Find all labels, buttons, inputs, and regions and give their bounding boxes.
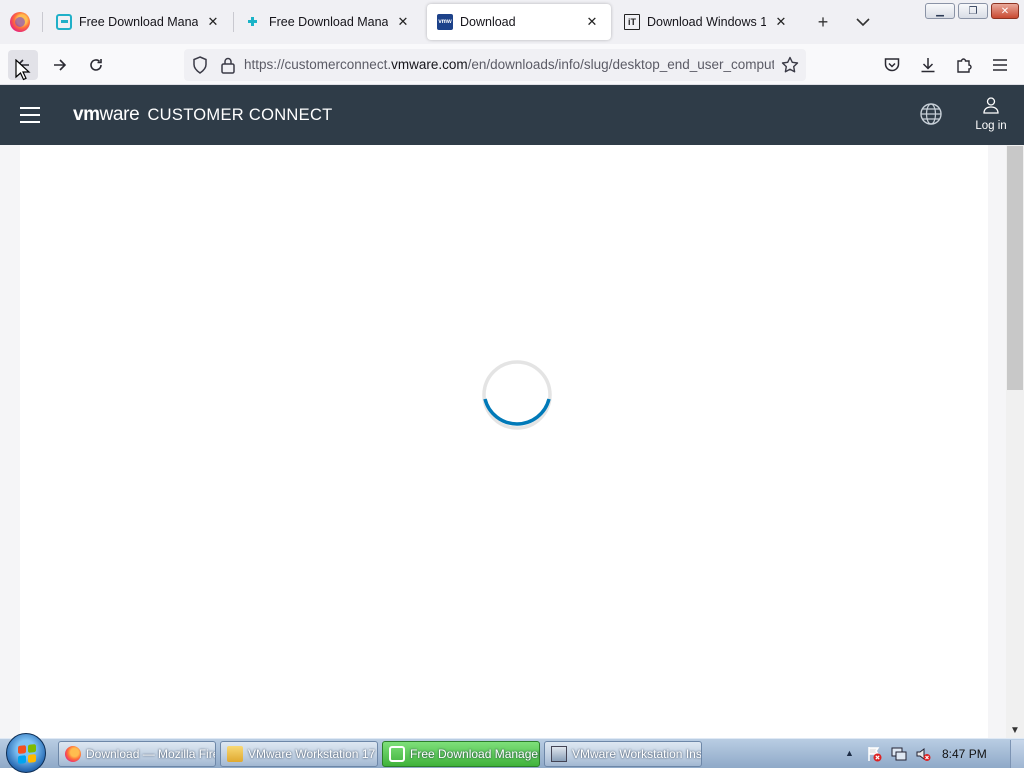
taskbar-item-vmware-folder[interactable]: VMware Workstation 17 Pro (220, 741, 378, 767)
forward-arrow-icon (54, 59, 67, 71)
user-icon (983, 97, 999, 114)
action-center-flag-icon[interactable] (866, 746, 882, 762)
taskbar-item-firefox[interactable]: Download — Mozilla Firefox (58, 741, 216, 767)
taskbar-item-vmware-installer[interactable]: VMware Workstation Installer (544, 741, 702, 767)
close-window-button[interactable]: ✕ (991, 3, 1019, 19)
address-bar[interactable]: https://customerconnect.vmware.com/en/do… (184, 49, 806, 81)
folder-icon (227, 746, 243, 762)
show-desktop-button[interactable] (1010, 740, 1024, 768)
tab-download[interactable]: vmw Download ✕ (427, 4, 611, 40)
globe-language-icon[interactable] (919, 102, 943, 126)
close-icon[interactable]: ✕ (583, 13, 601, 31)
close-icon[interactable]: ✕ (204, 13, 222, 31)
scrollbar-thumb[interactable] (1007, 146, 1023, 390)
fdm-icon (56, 14, 72, 30)
tab-download-windows-11[interactable]: iT Download Windows 11 ISO ✕ (614, 4, 800, 40)
tab-free-download-manager-1[interactable]: Free Download Manager ✕ (46, 4, 232, 40)
loading-spinner (482, 360, 552, 430)
new-tab-icon[interactable]: + (813, 12, 833, 32)
downloads-icon[interactable] (917, 54, 939, 76)
restore-window-button[interactable]: ❐ (958, 3, 988, 19)
brand-ware: ware (99, 104, 140, 125)
tab-separator (233, 12, 234, 32)
lock-icon[interactable] (218, 55, 238, 75)
tab-separator (42, 12, 43, 32)
site-header: vm ware CUSTOMER CONNECT (0, 85, 1024, 145)
taskbar-item-label: Download — Mozilla Firefox (86, 747, 215, 761)
firefox-icon[interactable] (10, 12, 30, 32)
site-menu-icon[interactable] (20, 107, 40, 123)
taskbar-item-label: Free Download Manager (410, 747, 540, 761)
brand-product: CUSTOMER CONNECT (147, 106, 333, 124)
vmware-icon: vmw (437, 14, 453, 30)
windows-taskbar: Download — Mozilla Firefox VMware Workst… (0, 733, 1024, 773)
fdm-puzzle-icon (246, 14, 262, 30)
url-path: /en/downloads/info/slug/desktop_end_user… (467, 57, 774, 72)
list-all-tabs-icon[interactable] (853, 12, 873, 32)
start-button[interactable] (6, 733, 46, 773)
tab-free-download-manager-2[interactable]: Free Download Manager ✕ (236, 4, 422, 40)
windows-logo-icon (18, 744, 36, 764)
installer-icon (551, 746, 567, 762)
minimize-window-button[interactable]: ▁ (925, 3, 955, 19)
tab-title: Download (460, 15, 516, 29)
login-button[interactable]: Log in (970, 96, 1012, 132)
network-icon[interactable] (891, 746, 907, 762)
scroll-down-arrow-icon[interactable]: ▼ (1006, 722, 1024, 738)
url-text[interactable]: https://customerconnect.vmware.com/en/do… (244, 57, 774, 72)
tab-strip: Free Download Manager ✕ Free Download Ma… (0, 0, 1024, 44)
reload-button[interactable] (81, 50, 111, 80)
pocket-icon[interactable] (881, 54, 903, 76)
url-prefix: https://customerconnect. (244, 57, 392, 72)
volume-muted-icon[interactable] (915, 746, 931, 762)
mouse-cursor-icon (15, 59, 31, 81)
forward-button[interactable] (45, 50, 75, 80)
tab-title: Free Download Manager (269, 15, 388, 29)
show-hidden-icons-icon[interactable]: ▲ (845, 748, 854, 758)
content-area (20, 145, 988, 738)
itechtics-icon: iT (624, 14, 640, 30)
reload-icon (90, 59, 102, 71)
taskbar-item-label: VMware Workstation 17 Pro (248, 747, 377, 761)
brand-vm: vm (73, 104, 100, 125)
close-icon[interactable]: ✕ (394, 13, 412, 31)
url-host: vmware.com (391, 57, 468, 72)
taskbar-clock[interactable]: 8:47 PM (942, 747, 987, 761)
extensions-icon[interactable] (953, 54, 975, 76)
fdm-icon (389, 746, 405, 762)
taskbar-item-free-download-manager[interactable]: Free Download Manager (382, 741, 540, 767)
close-icon[interactable]: ✕ (772, 13, 790, 31)
vmware-customer-connect-logo[interactable]: vm ware CUSTOMER CONNECT (73, 104, 333, 126)
menu-hamburger-icon[interactable] (989, 54, 1011, 76)
navigation-toolbar: https://customerconnect.vmware.com/en/do… (0, 44, 1024, 85)
tab-title: Download Windows 11 ISO (647, 15, 766, 29)
bookmark-star-icon[interactable] (780, 55, 800, 75)
tracking-protection-shield-icon[interactable] (190, 55, 210, 75)
login-label: Log in (975, 120, 1007, 132)
tab-title: Free Download Manager (79, 15, 198, 29)
taskbar-item-label: VMware Workstation Installer (572, 747, 702, 761)
firefox-icon (65, 746, 81, 762)
